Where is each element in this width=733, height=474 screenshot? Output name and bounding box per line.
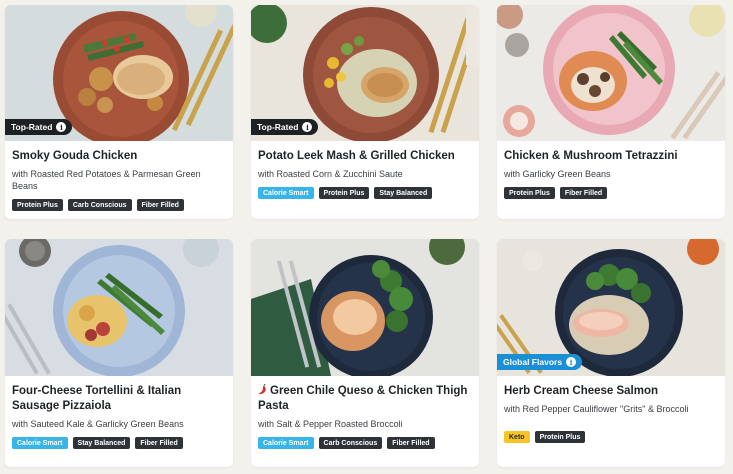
recipe-subtitle: with Roasted Red Potatoes & Parmesan Gre… [12, 169, 201, 191]
tag-keto: Keto [504, 431, 530, 443]
recipe-info: Potato Leek Mash & Grilled Chicken with … [251, 141, 479, 199]
tag-protein-plus: Protein Plus [504, 187, 555, 199]
recipe-title[interactable]: Green Chile Queso & Chicken Thigh Pasta [258, 384, 472, 414]
recipe-info: Green Chile Queso & Chicken Thigh Pasta … [251, 376, 479, 449]
recipe-title[interactable]: Four-Cheese Tortellini & Italian Sausage… [12, 384, 226, 414]
recipe-photo [5, 239, 233, 376]
recipe-card[interactable]: Chicken & Mushroom Tetrazzini with Garli… [497, 5, 725, 219]
tag-protein-plus: Protein Plus [318, 187, 370, 199]
top-rated-badge[interactable]: Top-Rated i [251, 119, 319, 135]
recipe-subtitle: with Sauteed Kale & Garlicky Green Beans [12, 419, 184, 429]
recipe-title[interactable]: Chicken & Mushroom Tetrazzini [504, 149, 718, 164]
recipe-photo [251, 239, 479, 376]
tag-stay-balanced: Stay Balanced [72, 437, 131, 449]
recipe-info: Four-Cheese Tortellini & Italian Sausage… [5, 376, 233, 449]
global-flavors-badge[interactable]: Global Flavors i [497, 354, 583, 370]
tag-protein-plus: Protein Plus [534, 431, 586, 443]
info-icon[interactable]: i [566, 357, 577, 367]
recipe-card[interactable]: Top-Rated i Smoky Gouda Chicken with Roa… [5, 5, 233, 219]
tag-calorie-smart: Calorie Smart [258, 187, 314, 199]
recipe-info: Chicken & Mushroom Tetrazzini with Garli… [497, 141, 725, 199]
recipe-tags: Protein Plus Carb Conscious Fiber Filled [12, 199, 226, 211]
recipe-grid: Top-Rated i Smoky Gouda Chicken with Roa… [0, 0, 733, 474]
recipe-subtitle: with Roasted Corn & Zucchini Saute [258, 169, 403, 179]
recipe-title[interactable]: Potato Leek Mash & Grilled Chicken [258, 149, 472, 164]
top-rated-badge[interactable]: Top-Rated i [5, 119, 73, 135]
tag-fiber-filled: Fiber Filled [135, 437, 183, 449]
recipe-tags: Protein Plus Fiber Filled [504, 187, 718, 199]
recipe-image[interactable] [5, 239, 233, 376]
recipe-subtitle: with Garlicky Green Beans [504, 169, 611, 179]
tag-carb-conscious: Carb Conscious [318, 437, 383, 449]
tag-fiber-filled: Fiber Filled [136, 199, 184, 211]
recipe-image[interactable]: Global Flavors i [497, 239, 725, 376]
tag-stay-balanced: Stay Balanced [374, 187, 433, 199]
info-icon[interactable]: i [302, 122, 313, 132]
recipe-title[interactable]: Smoky Gouda Chicken [12, 149, 226, 164]
recipe-photo [497, 5, 725, 141]
chili-pepper-icon [259, 384, 266, 395]
recipe-info: Herb Cream Cheese Salmon with Red Pepper… [497, 376, 725, 443]
recipe-image[interactable] [497, 5, 725, 141]
recipe-tags: Keto Protein Plus [504, 431, 718, 443]
recipe-tags: Calorie Smart Protein Plus Stay Balanced [258, 187, 472, 199]
tag-carb-conscious: Carb Conscious [67, 199, 132, 211]
tag-calorie-smart: Calorie Smart [12, 437, 68, 449]
tag-protein-plus: Protein Plus [12, 199, 63, 211]
recipe-subtitle: with Salt & Pepper Roasted Broccoli [258, 419, 403, 429]
recipe-card[interactable]: Global Flavors i Herb Cream Cheese Salmo… [497, 239, 725, 467]
recipe-tags: Calorie Smart Carb Conscious Fiber Fille… [258, 437, 472, 449]
recipe-subtitle: with Red Pepper Cauliflower "Grits" & Br… [504, 404, 689, 414]
recipe-image[interactable] [251, 239, 479, 376]
recipe-image[interactable]: Top-Rated i [251, 5, 479, 141]
recipe-card[interactable]: Top-Rated i Potato Leek Mash & Grilled C… [251, 5, 479, 219]
tag-fiber-filled: Fiber Filled [559, 187, 608, 199]
recipe-card[interactable]: Green Chile Queso & Chicken Thigh Pasta … [251, 239, 479, 467]
recipe-image[interactable]: Top-Rated i [5, 5, 233, 141]
info-icon[interactable]: i [56, 122, 67, 132]
recipe-tags: Calorie Smart Stay Balanced Fiber Filled [12, 437, 226, 449]
tag-calorie-smart: Calorie Smart [258, 437, 314, 449]
recipe-title[interactable]: Herb Cream Cheese Salmon [504, 384, 718, 399]
recipe-info: Smoky Gouda Chicken with Roasted Red Pot… [5, 141, 233, 211]
tag-fiber-filled: Fiber Filled [387, 437, 435, 449]
recipe-card[interactable]: Four-Cheese Tortellini & Italian Sausage… [5, 239, 233, 467]
